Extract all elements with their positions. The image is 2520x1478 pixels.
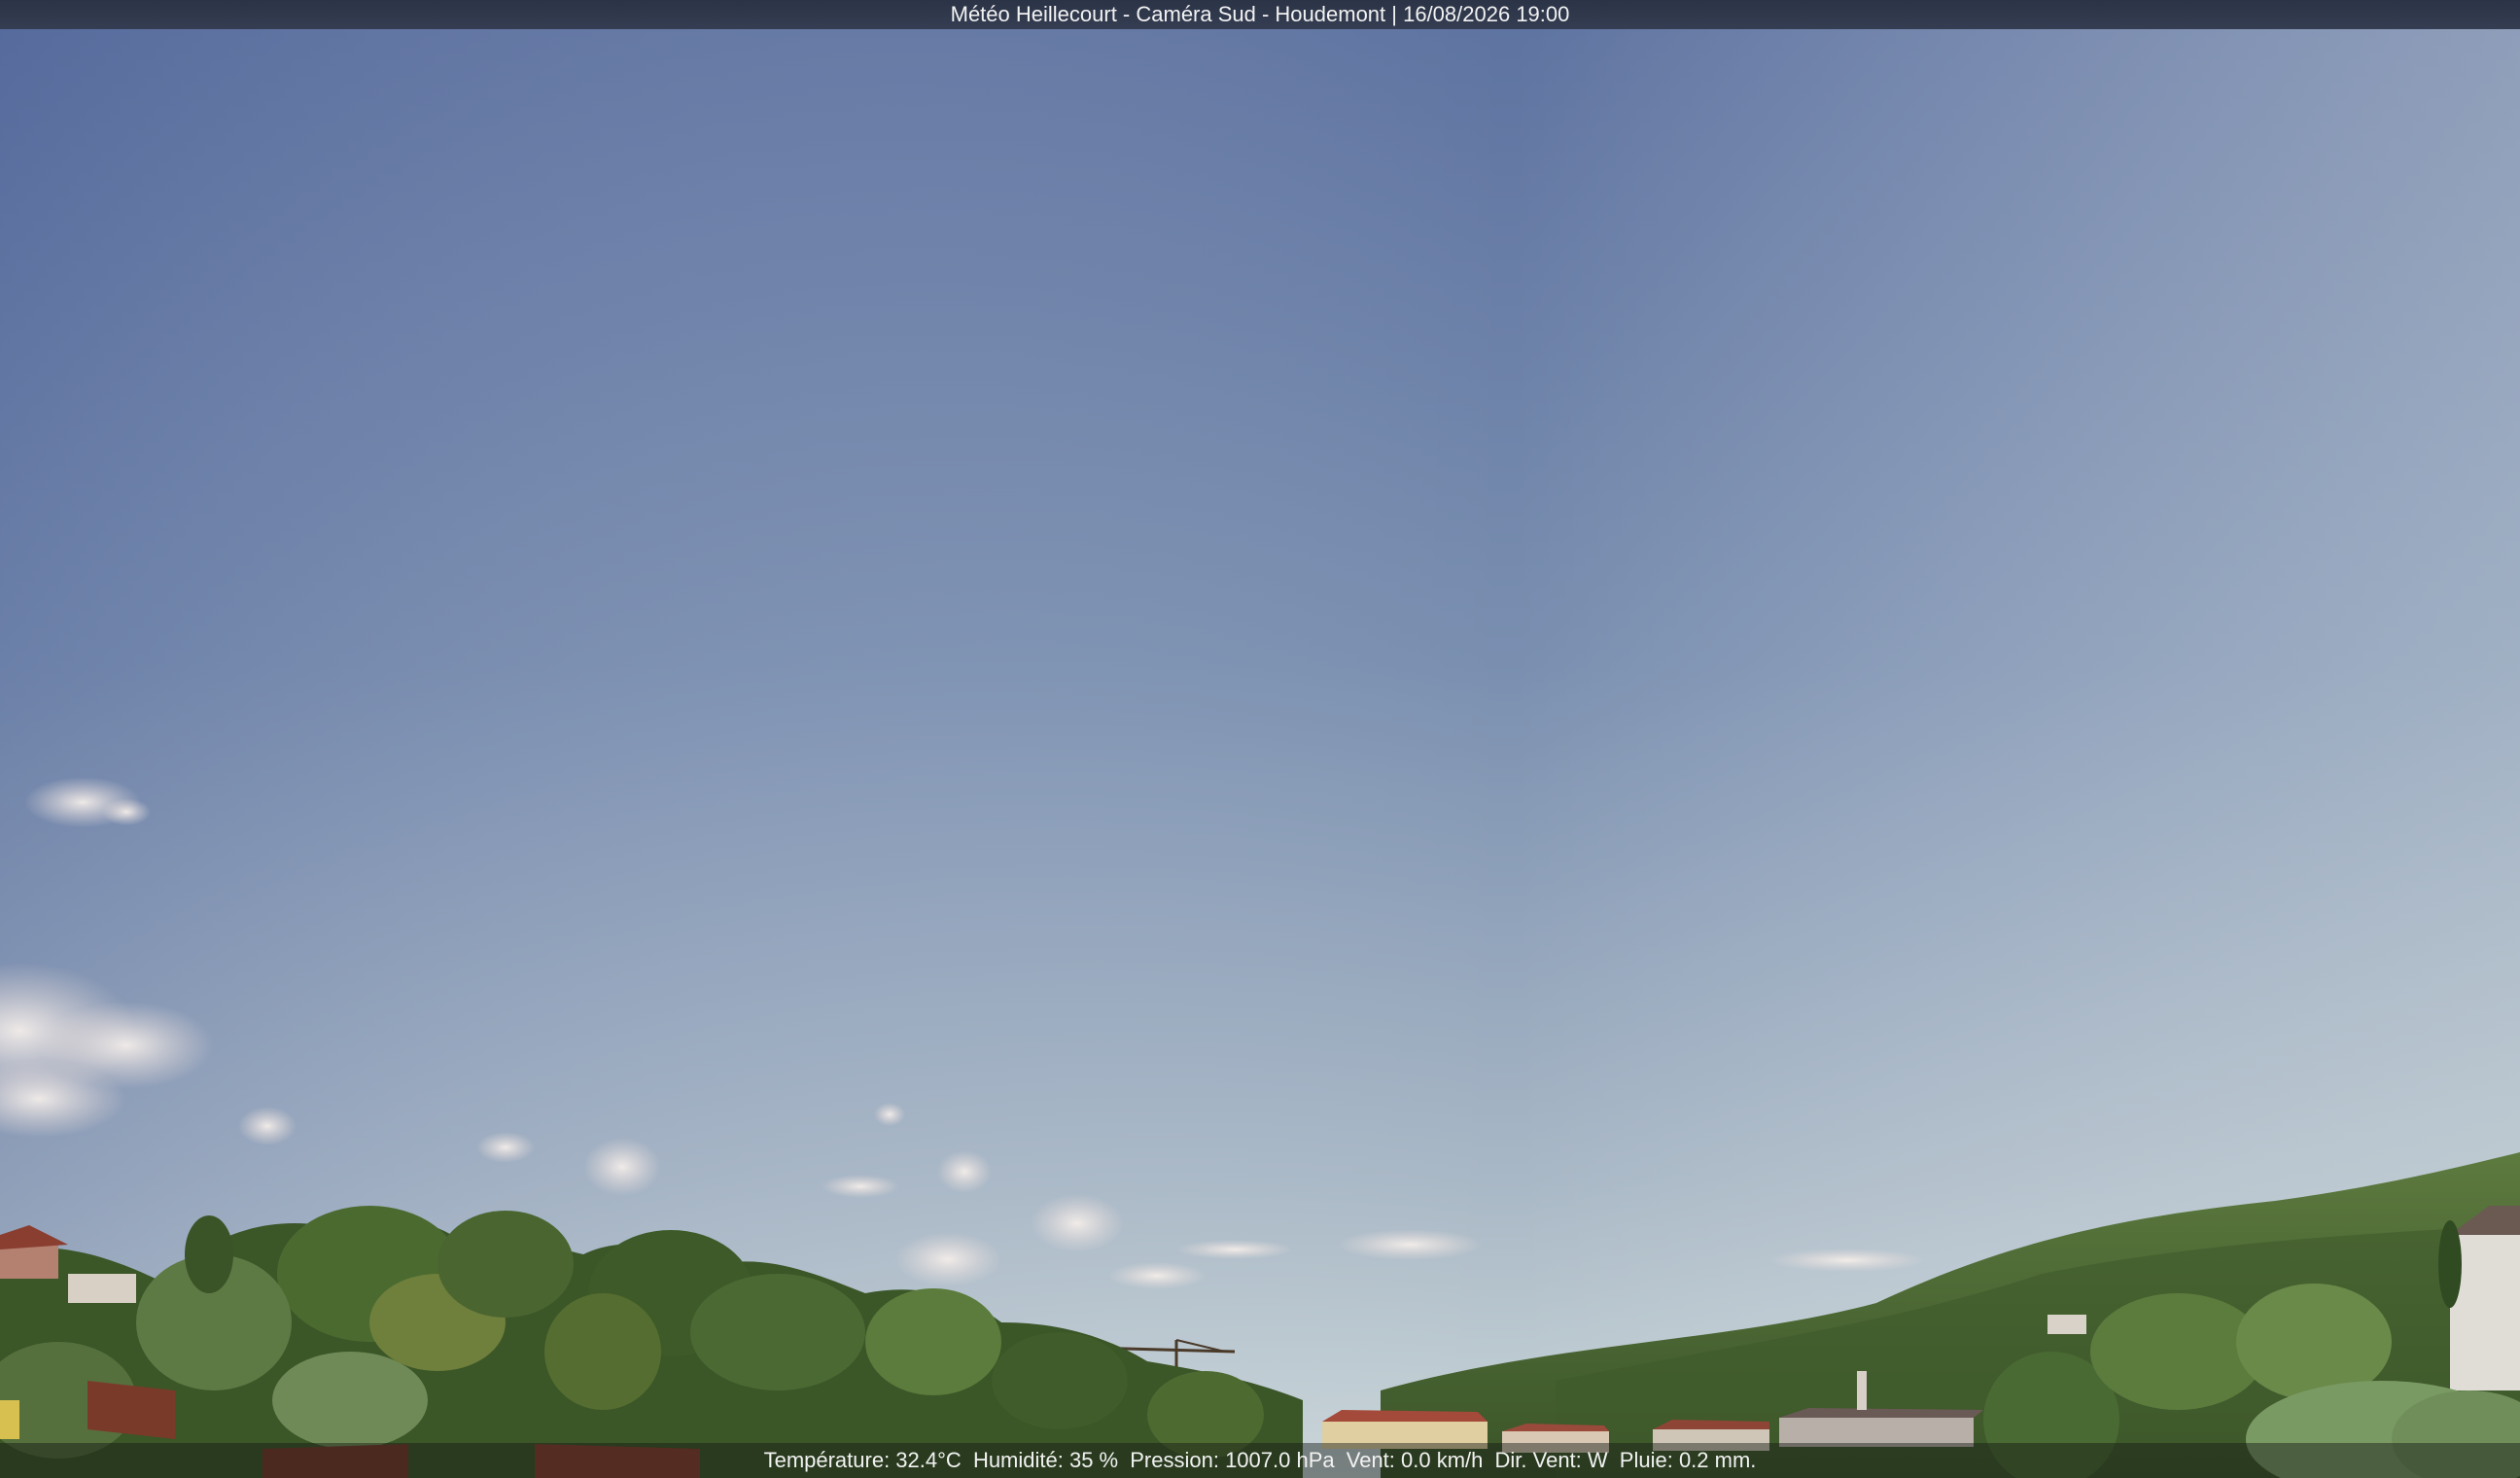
camera-caption: Météo Heillecourt - Caméra Sud - Houdemo…: [0, 0, 2520, 29]
wind-direction-reading: Dir. Vent: W: [1494, 1448, 1608, 1472]
cloud: [1108, 1262, 1206, 1289]
cloud: [894, 1232, 1001, 1286]
cloud: [822, 1175, 899, 1198]
cloud: [476, 1132, 535, 1163]
weather-readings: Température: 32.4°C Humidité: 35 % Press…: [0, 1443, 2520, 1478]
wind-speed-reading: Vent: 0.0 km/h: [1346, 1448, 1484, 1472]
cloud: [102, 798, 151, 826]
humidity-reading: Humidité: 35 %: [972, 1448, 1119, 1472]
temperature-reading: Température: 32.4°C: [763, 1448, 962, 1472]
cloud: [1031, 1194, 1124, 1252]
cloud: [937, 1150, 992, 1193]
rain-reading: Pluie: 0.2 mm.: [1619, 1448, 1757, 1472]
webcam-image: [0, 0, 2520, 1478]
pressure-reading: Pression: 1007.0 hPa: [1130, 1448, 1335, 1472]
cloud: [238, 1107, 297, 1145]
cloud: [1176, 1240, 1293, 1259]
cloud: [1337, 1229, 1483, 1260]
cloud: [583, 1138, 661, 1196]
cloud: [874, 1103, 905, 1126]
cloud: [1769, 1249, 1925, 1272]
